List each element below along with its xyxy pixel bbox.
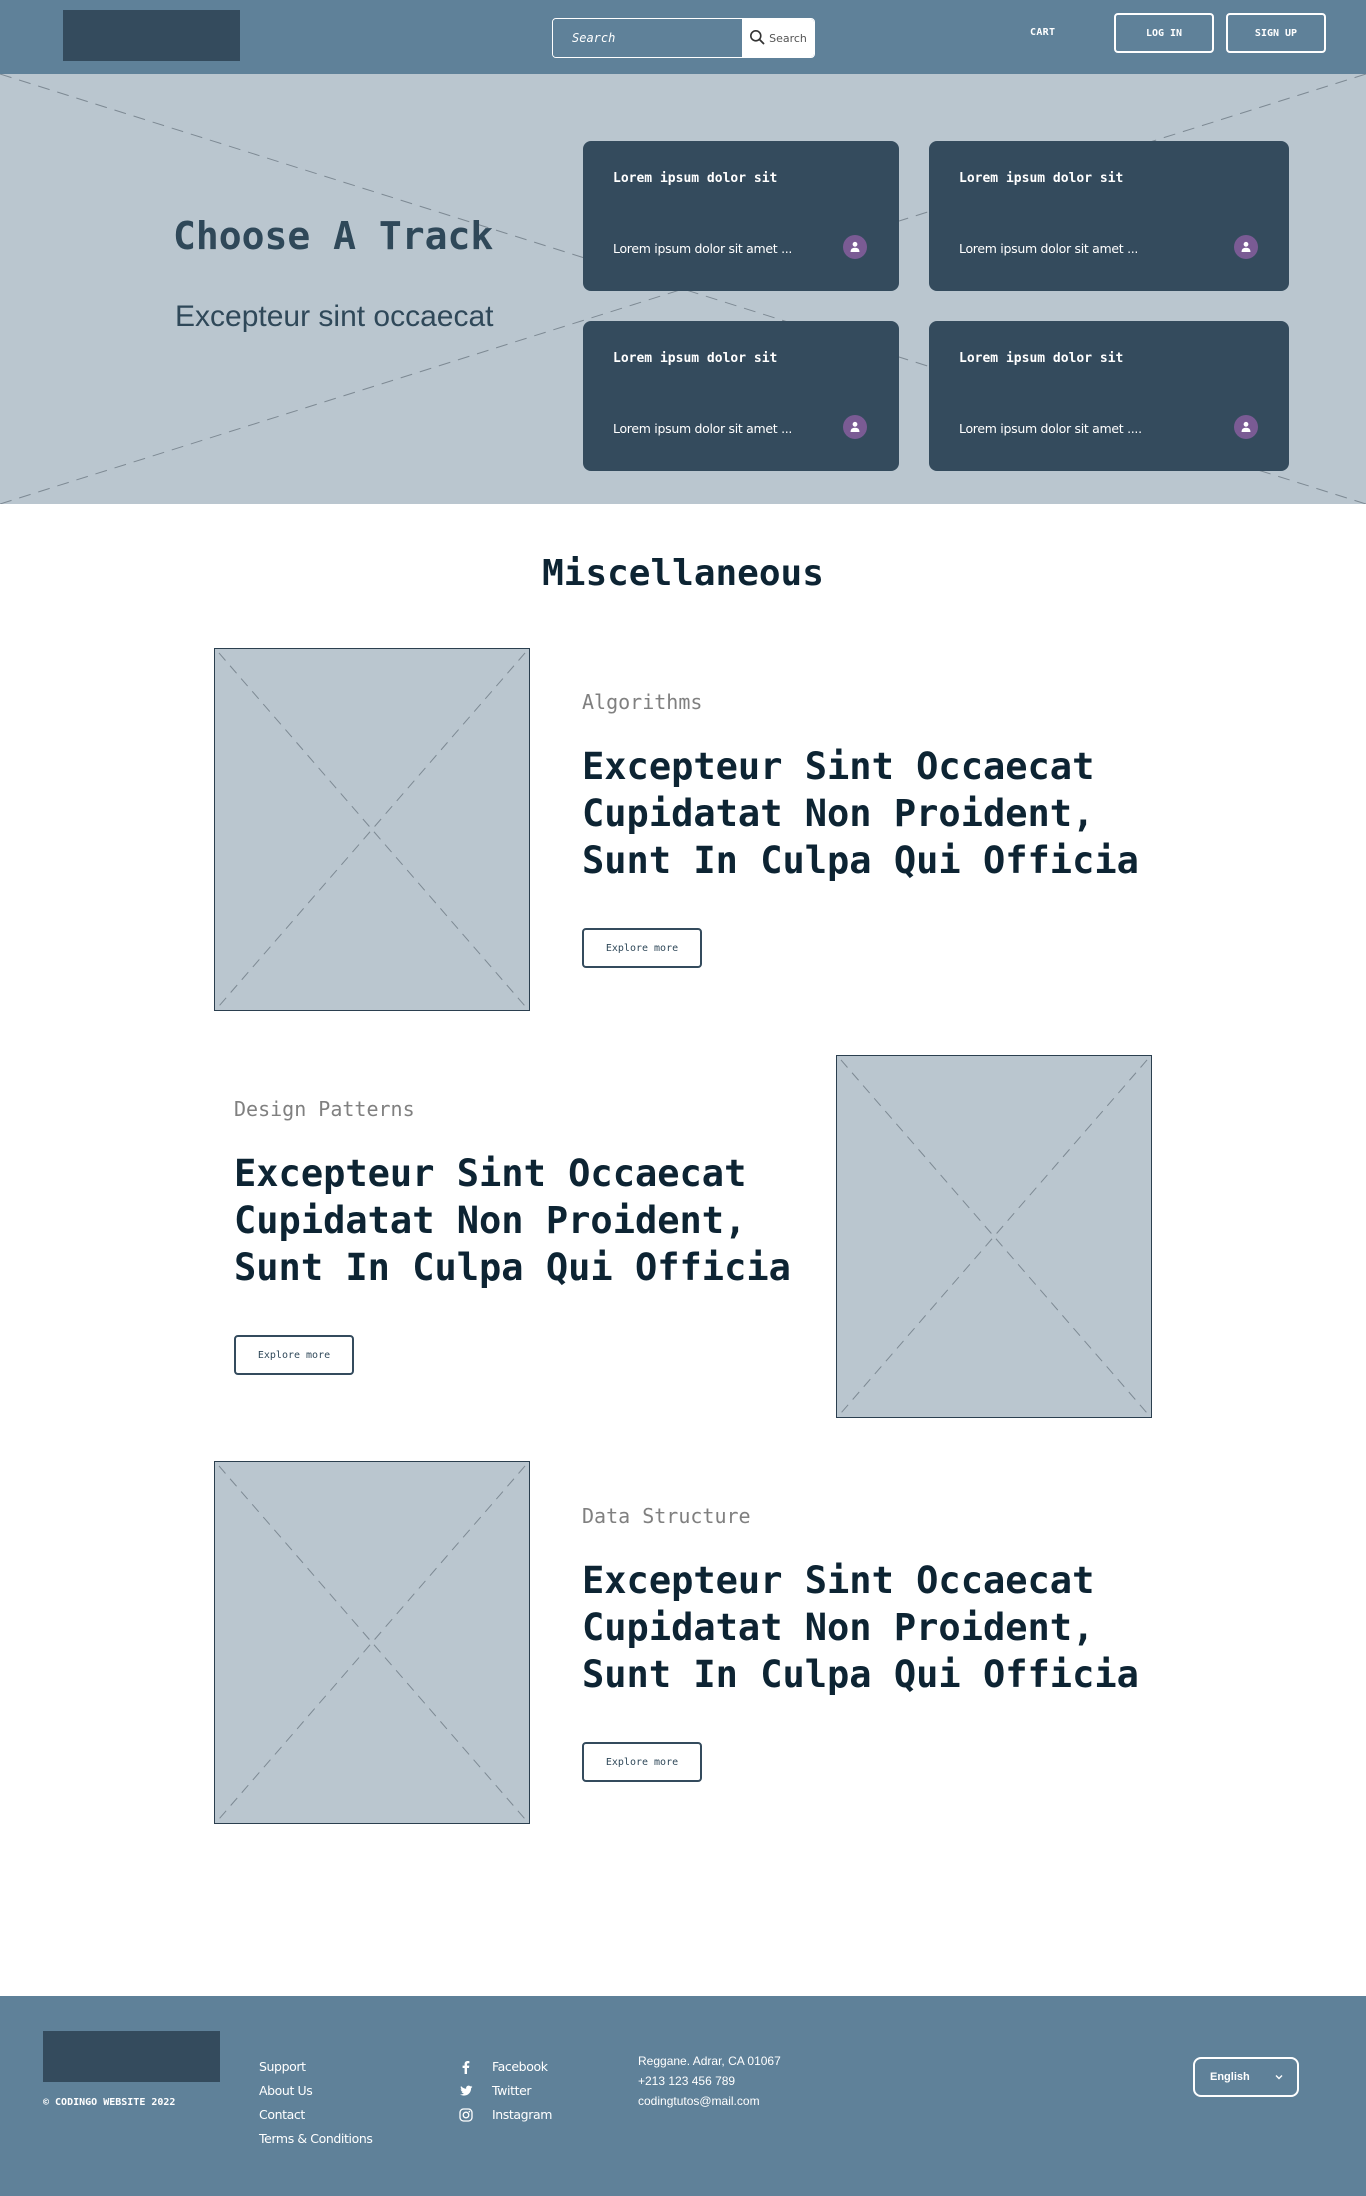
language-select[interactable]: English <box>1193 2057 1299 2097</box>
explore-more-button[interactable]: Explore more <box>582 1742 702 1782</box>
hero-title: Choose A Track <box>173 214 494 258</box>
hero-section: Choose A Track Excepteur sint occaecat L… <box>0 74 1366 504</box>
user-icon <box>843 235 867 259</box>
track-card[interactable]: Lorem ipsum dolor sit Lorem ipsum dolor … <box>929 321 1289 471</box>
footer-link-contact[interactable]: Contact <box>259 2106 372 2123</box>
track-card[interactable]: Lorem ipsum dolor sit Lorem ipsum dolor … <box>929 141 1289 291</box>
language-selected: English <box>1210 2071 1250 2083</box>
site-header: Search CART LOG IN SIGN UP <box>0 0 1366 74</box>
search-input[interactable] <box>553 19 742 57</box>
twitter-icon <box>458 2083 474 2099</box>
chevron-down-icon <box>1275 2071 1283 2083</box>
cart-link[interactable]: CART <box>1030 27 1055 38</box>
login-button[interactable]: LOG IN <box>1114 13 1214 53</box>
feature-heading: Excepteur Sint Occaecat Cupidatat Non Pr… <box>582 1559 1139 1696</box>
logo-placeholder[interactable] <box>63 10 240 61</box>
hero-subtitle: Excepteur sint occaecat <box>175 300 494 333</box>
track-card-title: Lorem ipsum dolor sit <box>613 171 778 186</box>
image-placeholder <box>836 1055 1152 1418</box>
copyright-text: © CODINGO WEBSITE 2022 <box>43 2097 176 2108</box>
track-card-text: Lorem ipsum dolor sit amet .... <box>959 421 1142 436</box>
explore-more-button[interactable]: Explore more <box>582 928 702 968</box>
feature-category: Data Structure <box>582 1504 751 1528</box>
search-button[interactable]: Search <box>742 19 814 57</box>
contact-email: codingtutos@mail.com <box>638 2094 760 2108</box>
track-card-text: Lorem ipsum dolor sit amet ... <box>613 421 793 436</box>
feature-heading: Excepteur Sint Occaecat Cupidatat Non Pr… <box>582 745 1139 882</box>
explore-more-button[interactable]: Explore more <box>234 1335 354 1375</box>
user-icon <box>1234 415 1258 439</box>
image-placeholder <box>214 1461 530 1824</box>
signup-button[interactable]: SIGN UP <box>1226 13 1326 53</box>
instagram-icon <box>458 2107 474 2123</box>
footer-logo-placeholder[interactable] <box>43 2031 220 2082</box>
track-card[interactable]: Lorem ipsum dolor sit Lorem ipsum dolor … <box>583 321 899 471</box>
search-bar: Search <box>552 18 815 58</box>
section-title: Miscellaneous <box>542 553 824 594</box>
contact-phone: +213 123 456 789 <box>638 2074 736 2088</box>
user-icon <box>843 415 867 439</box>
footer-link-about[interactable]: About Us <box>259 2082 372 2099</box>
footer-links: Support About Us Contact Terms & Conditi… <box>259 2058 373 2147</box>
search-icon <box>749 29 765 48</box>
user-icon <box>1234 235 1258 259</box>
social-link-instagram[interactable]: Instagram <box>458 2106 552 2123</box>
track-card-title: Lorem ipsum dolor sit <box>613 351 778 366</box>
social-link-twitter[interactable]: Twitter <box>458 2082 552 2099</box>
contact-address: Reggane. Adrar, CA 01067 <box>638 2054 781 2068</box>
feature-category: Design Patterns <box>234 1097 415 1121</box>
track-card-text: Lorem ipsum dolor sit amet ... <box>959 241 1139 256</box>
footer-link-terms[interactable]: Terms & Conditions <box>259 2130 373 2147</box>
image-placeholder <box>214 648 530 1011</box>
feature-heading: Excepteur Sint Occaecat Cupidatat Non Pr… <box>234 1152 791 1289</box>
track-card-text: Lorem ipsum dolor sit amet ... <box>613 241 793 256</box>
footer-link-support[interactable]: Support <box>259 2058 372 2075</box>
search-button-label: Search <box>769 31 807 45</box>
social-link-facebook[interactable]: Facebook <box>458 2058 552 2075</box>
track-card-title: Lorem ipsum dolor sit <box>959 351 1124 366</box>
contact-info: Reggane. Adrar, CA 01067 +213 123 456 78… <box>638 2054 781 2109</box>
facebook-icon <box>458 2059 474 2075</box>
site-footer: © CODINGO WEBSITE 2022 Support About Us … <box>0 1996 1366 2196</box>
track-card[interactable]: Lorem ipsum dolor sit Lorem ipsum dolor … <box>583 141 899 291</box>
feature-category: Algorithms <box>582 690 703 714</box>
social-links: Facebook Twitter Instagram <box>458 2058 552 2123</box>
track-card-title: Lorem ipsum dolor sit <box>959 171 1124 186</box>
